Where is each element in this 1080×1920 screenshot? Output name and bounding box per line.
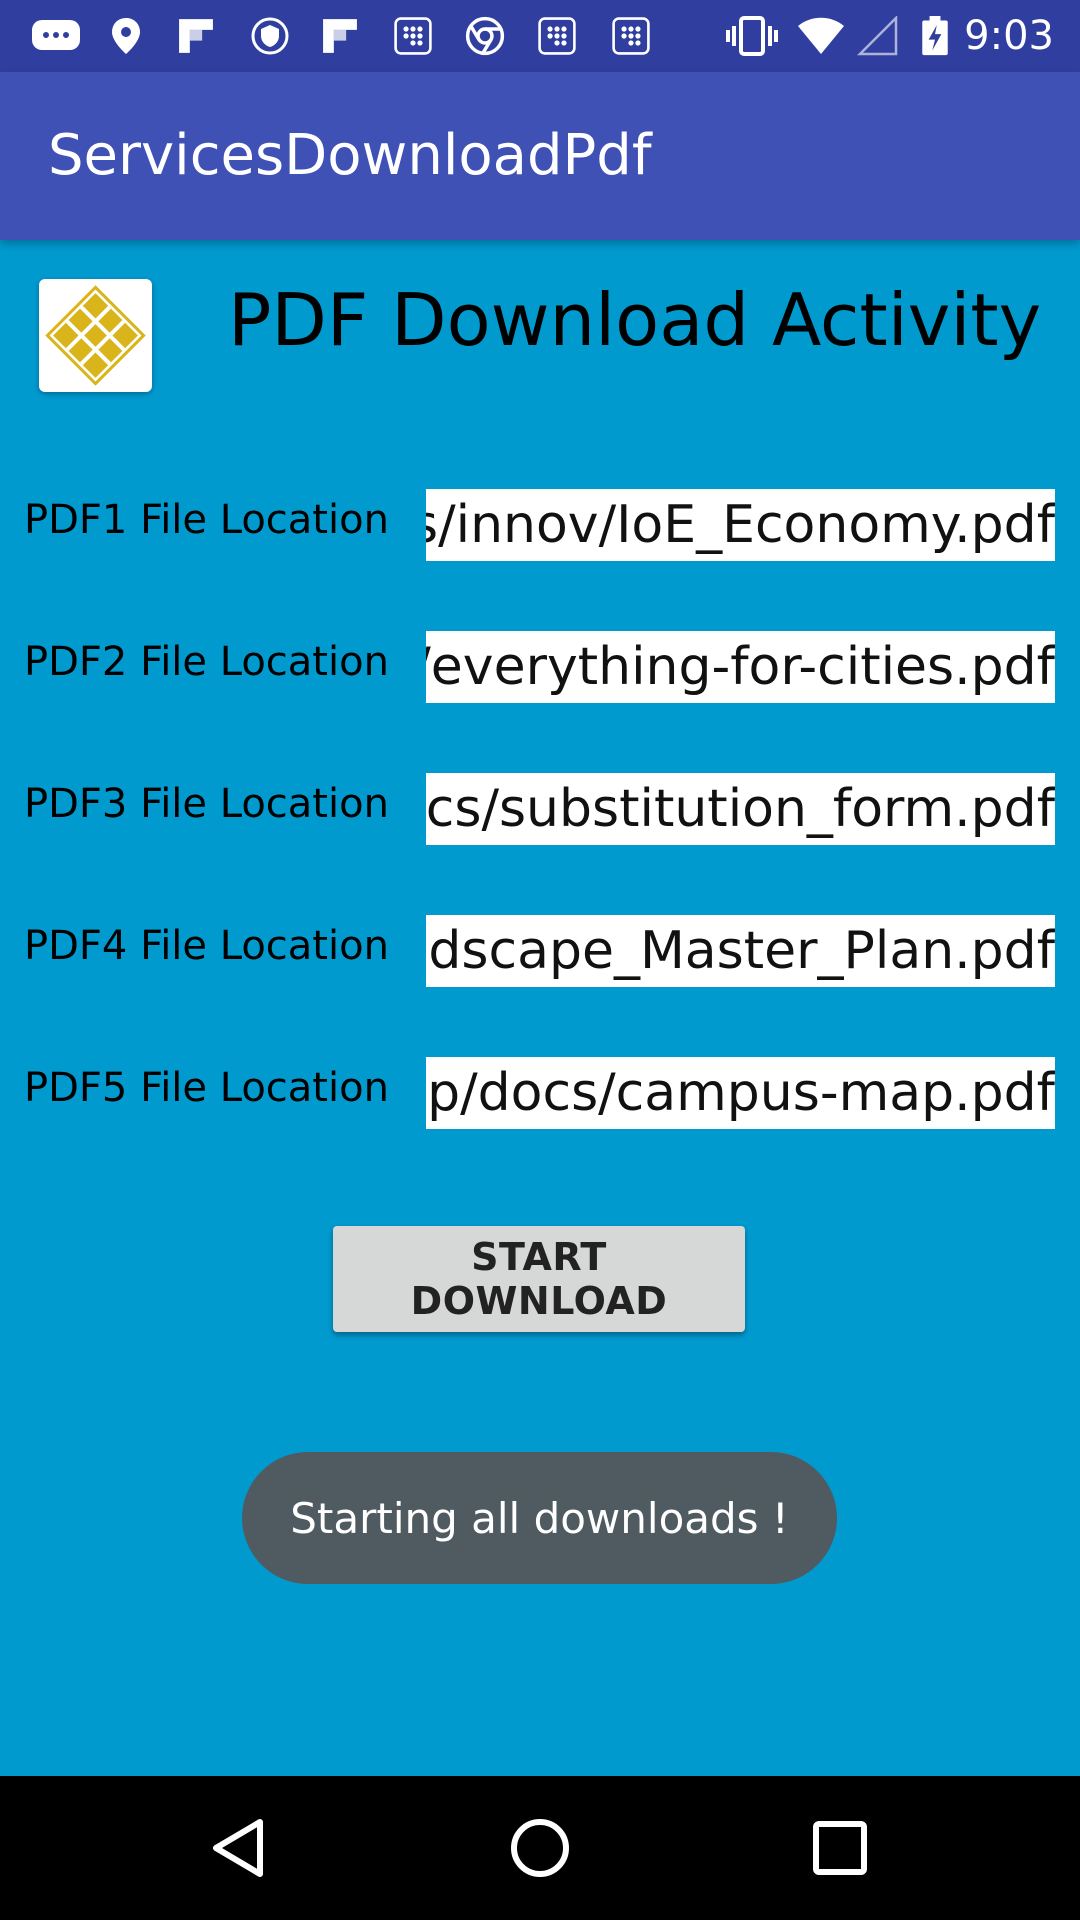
app-grid-icon xyxy=(612,17,650,55)
signal-icon xyxy=(856,16,898,56)
pdf3-location-label: PDF3 File Location xyxy=(24,781,389,827)
app-grid-icon xyxy=(394,17,432,55)
pdf2-location-label: PDF2 File Location xyxy=(24,639,389,685)
pdf5-location-input[interactable]: ap/docs/campus-map.pdf xyxy=(426,1057,1055,1129)
pdf4-location-value: andscape_Master_Plan.pdf xyxy=(426,921,1055,981)
pdf1-location-value: cs/innov/IoE_Economy.pdf xyxy=(426,495,1055,555)
pdf3-location-value: ocs/substitution_form.pdf xyxy=(426,779,1055,839)
chrome-icon xyxy=(465,16,505,56)
flipboard-icon xyxy=(323,19,357,53)
status-time: 9:03 xyxy=(964,13,1054,59)
navigation-bar xyxy=(0,1776,1080,1920)
app-title: ServicesDownloadPdf xyxy=(48,123,652,188)
location-icon xyxy=(112,18,140,54)
pdf1-location-label: PDF1 File Location xyxy=(24,497,389,543)
flipboard-icon xyxy=(179,19,213,53)
messages-icon xyxy=(32,20,80,50)
back-icon[interactable] xyxy=(200,1808,280,1888)
home-icon[interactable] xyxy=(500,1808,580,1888)
pdf2-location-input[interactable]: ov/everything-for-cities.pdf xyxy=(426,631,1055,703)
recents-icon[interactable] xyxy=(800,1808,880,1888)
wifi-icon xyxy=(798,17,844,54)
pdf5-location-value: ap/docs/campus-map.pdf xyxy=(426,1063,1055,1123)
toast-message: Starting all downloads ! xyxy=(242,1452,837,1584)
battery-charging-icon xyxy=(922,16,948,56)
vpn-icon xyxy=(251,17,289,55)
app-logo xyxy=(39,279,152,392)
pdf4-location-input[interactable]: andscape_Master_Plan.pdf xyxy=(426,915,1055,987)
pdf1-location-input[interactable]: cs/innov/IoE_Economy.pdf xyxy=(426,489,1055,561)
start-download-button[interactable]: START DOWNLOAD xyxy=(333,1226,745,1332)
page-title: PDF Download Activity xyxy=(228,278,1042,362)
status-bar: 9:03 xyxy=(0,0,1080,72)
pdf5-location-label: PDF5 File Location xyxy=(24,1065,389,1111)
toast-text: Starting all downloads ! xyxy=(290,1493,789,1543)
pdf3-location-input[interactable]: ocs/substitution_form.pdf xyxy=(426,773,1055,845)
logo-diamond-icon xyxy=(45,285,146,386)
pdf2-location-value: ov/everything-for-cities.pdf xyxy=(426,637,1055,697)
vibrate-icon xyxy=(726,16,778,56)
app-grid-icon xyxy=(538,17,576,55)
app-bar: ServicesDownloadPdf xyxy=(0,72,1080,240)
pdf4-location-label: PDF4 File Location xyxy=(24,923,389,969)
